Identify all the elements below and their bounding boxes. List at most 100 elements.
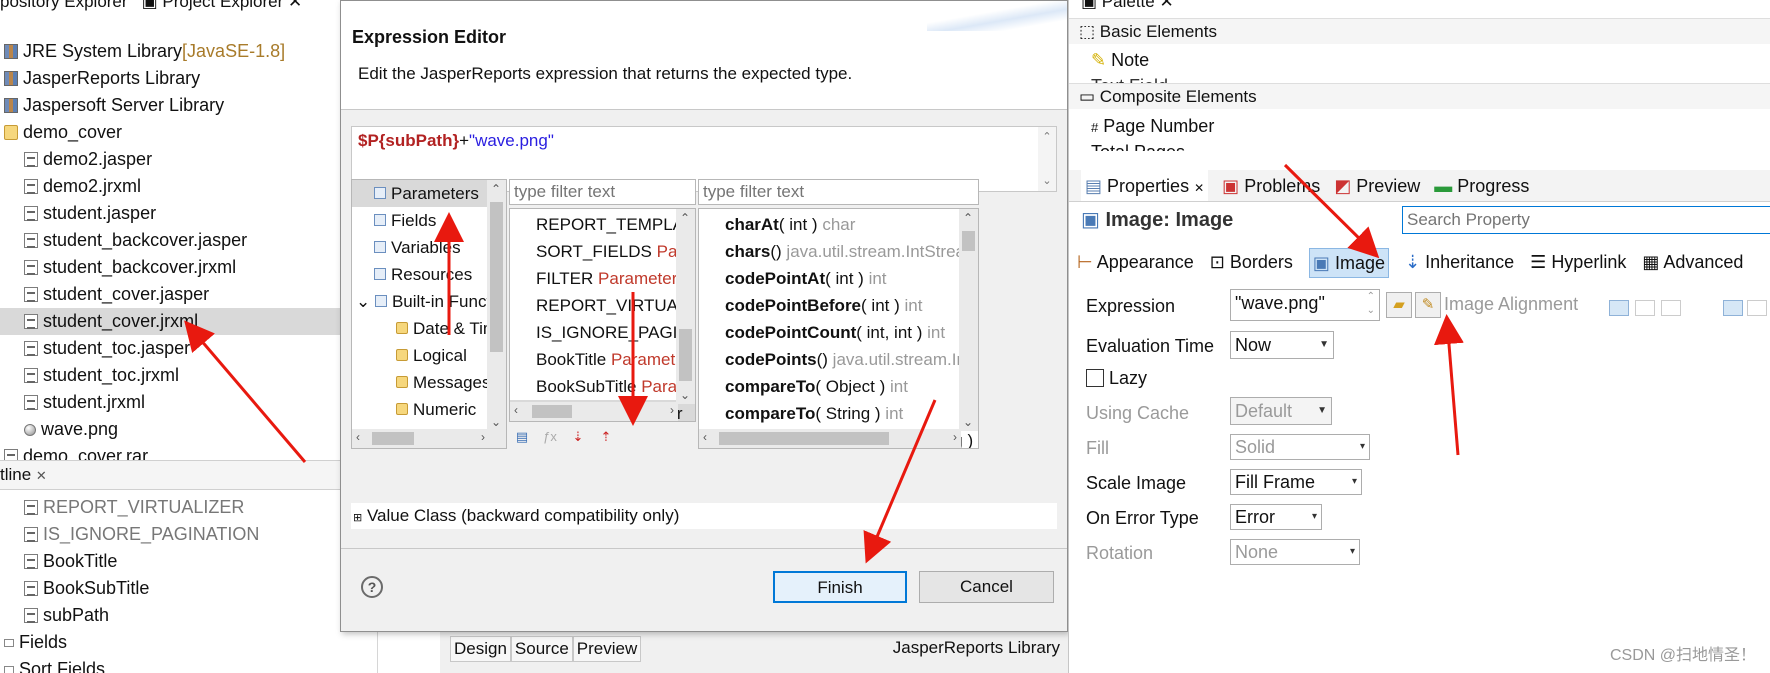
category-item[interactable]: Date & Time — [352, 315, 488, 342]
tab-preview[interactable]: Preview — [572, 636, 642, 662]
lazy-checkbox[interactable] — [1086, 369, 1104, 387]
tree-item[interactable]: student_toc.jasper — [0, 335, 378, 362]
category-item[interactable]: ⌄ Built-in Functions — [352, 288, 488, 315]
outline-group[interactable]: Sort Fields — [0, 656, 378, 673]
tab-preview-view[interactable]: ◩ Preview — [1334, 170, 1420, 201]
outline-item[interactable]: BookSubTitle — [0, 575, 378, 602]
tree-item[interactable]: demo_cover — [0, 119, 378, 146]
finish-button[interactable]: Finish — [773, 571, 907, 603]
tab-hyperlink[interactable]: ☰ Hyperlink — [1530, 248, 1626, 278]
scale-image-select[interactable]: Fill Frame ▾ — [1230, 469, 1362, 495]
tree-item[interactable]: student.jasper — [0, 200, 378, 227]
sort-asc-icon[interactable]: ⇣ — [569, 429, 587, 445]
tree-item[interactable]: Jaspersoft Server Library — [0, 92, 378, 119]
using-cache-select[interactable]: Default ▼ — [1230, 397, 1332, 425]
method-filter-input[interactable] — [698, 179, 979, 205]
palette-item-page-number[interactable]: # Page Number — [1091, 116, 1214, 137]
method-hscrollbar[interactable]: ‹ › — [699, 429, 961, 448]
method-item[interactable]: codePointBefore( int ) int — [699, 292, 978, 319]
tree-item[interactable]: JasperReports Library — [0, 65, 378, 92]
cancel-button[interactable]: Cancel — [919, 571, 1054, 603]
tab-borders[interactable]: ⊡ Borders — [1210, 248, 1293, 278]
parameter-item[interactable]: REPORT_VIRTUALIZER — [510, 292, 695, 319]
param-filter-input[interactable] — [509, 179, 696, 205]
expression-editor-button[interactable]: ✎ — [1415, 292, 1441, 318]
palette-section-composite[interactable]: ▭ Composite Elements — [1069, 83, 1770, 109]
value-class-section[interactable]: ⊞ Value Class (backward compatibility on… — [351, 503, 1057, 529]
tab-appearance[interactable]: ⊢ Appearance — [1077, 248, 1194, 278]
tree-item[interactable]: student_backcover.jasper — [0, 227, 378, 254]
lazy-checkbox-row[interactable]: Lazy — [1086, 368, 1147, 389]
evaluation-time-select[interactable]: Now ▼ — [1230, 331, 1334, 359]
category-item[interactable]: Fields — [352, 207, 488, 234]
outline-group[interactable]: Fields — [0, 629, 378, 656]
tree-view-icon[interactable]: ▤ — [513, 429, 531, 445]
tab-source[interactable]: Source — [510, 636, 573, 662]
tab-properties[interactable]: ▤ Properties ✕ — [1081, 170, 1209, 201]
tree-item[interactable]: student_cover.jasper — [0, 281, 378, 308]
expand-icon[interactable]: ⊞ — [353, 512, 362, 524]
category-item[interactable]: Logical — [352, 342, 488, 369]
parameter-item[interactable]: BookSubTitle Parameter — [510, 373, 695, 400]
align-middle-icon[interactable] — [1747, 300, 1767, 316]
tree-item[interactable]: JRE System Library [JavaSE-1.8] — [0, 38, 378, 65]
category-item[interactable]: Messages — [352, 369, 488, 396]
close-icon[interactable]: ✕ — [36, 468, 47, 483]
align-center-icon[interactable] — [1635, 300, 1655, 316]
parameter-item[interactable]: REPORT_TEMPLATES — [510, 211, 695, 238]
open-folder-button[interactable]: ▰ — [1386, 292, 1412, 318]
tree-item[interactable]: student_toc.jrxml — [0, 362, 378, 389]
method-item[interactable]: codePointCount( int, int ) int — [699, 319, 978, 346]
rotation-select[interactable]: None ▾ — [1230, 539, 1360, 565]
scroll-down-icon[interactable]: ⌄ — [1041, 175, 1053, 187]
tree-item[interactable]: student_cover.jrxml — [0, 308, 378, 335]
sort-desc-icon[interactable]: ⇡ — [597, 429, 615, 445]
category-item[interactable]: Variables — [352, 234, 488, 261]
outline-item[interactable]: REPORT_VIRTUALIZER — [0, 494, 378, 521]
tab-progress[interactable]: ▬ Progress — [1434, 170, 1529, 201]
palette-item-note[interactable]: ✎ Note — [1091, 50, 1149, 71]
palette-item-total-pages[interactable]: Total Pages — [1091, 142, 1185, 151]
tree-item[interactable]: student.jrxml — [0, 389, 378, 416]
tab-advanced[interactable]: ▦ Advanced — [1642, 248, 1743, 278]
align-right-icon[interactable] — [1661, 300, 1681, 316]
method-item[interactable]: codePointAt( int ) int — [699, 265, 978, 292]
close-icon[interactable]: ✕ — [1194, 181, 1204, 195]
function-icon[interactable]: ƒx — [541, 429, 559, 445]
help-icon[interactable]: ? — [361, 576, 383, 598]
tab-repository-explorer[interactable]: pository Explorer — [0, 0, 128, 12]
parameter-item[interactable]: SORT_FIELDS Parameter — [510, 238, 695, 265]
tree-item[interactable]: wave.png — [0, 416, 378, 443]
method-item[interactable]: charAt( int ) char — [699, 211, 978, 238]
tab-design[interactable]: Design — [450, 636, 511, 662]
tab-project-explorer[interactable]: ▣ Project Explorer ✕ — [142, 0, 303, 12]
tree-item[interactable]: demo2.jrxml — [0, 173, 378, 200]
method-vscrollbar[interactable]: ⌃ ⌄ — [959, 209, 978, 431]
align-left-icon[interactable] — [1609, 300, 1629, 316]
scroll-up-icon[interactable]: ⌃ — [1041, 131, 1053, 143]
category-item[interactable]: Resources — [352, 261, 488, 288]
expression-field[interactable]: "wave.png" ⌃ ⌄ — [1230, 289, 1380, 321]
category-item[interactable]: Numeric — [352, 396, 488, 423]
param-vscrollbar[interactable]: ⌃ ⌄ — [676, 209, 695, 404]
outline-item[interactable]: IS_IGNORE_PAGINATION — [0, 521, 378, 548]
category-vscrollbar[interactable]: ⌃ ⌄ — [487, 180, 506, 431]
expression-scrollbar[interactable]: ⌃ ⌄ — [1038, 127, 1056, 191]
tree-item[interactable]: demo2.jasper — [0, 146, 378, 173]
on-error-type-select[interactable]: Error ▾ — [1230, 504, 1322, 530]
fill-select[interactable]: Solid ▾ — [1230, 434, 1370, 460]
align-top-icon[interactable] — [1723, 300, 1743, 316]
category-hscrollbar[interactable]: ‹ › — [352, 429, 489, 448]
expand-icon[interactable]: ⌄ — [356, 292, 375, 311]
search-property-input[interactable] — [1402, 206, 1770, 234]
palette-section-basic[interactable]: ⬚ Basic Elements — [1069, 18, 1770, 44]
tab-inheritance[interactable]: ⇣ Inheritance — [1405, 248, 1514, 278]
parameter-item[interactable]: IS_IGNORE_PAGINATION — [510, 319, 695, 346]
method-item[interactable]: compareTo( Object ) int — [699, 373, 978, 400]
method-item[interactable]: chars() java.util.stream.IntStream — [699, 238, 978, 265]
spinner-icon[interactable]: ⌃ ⌄ — [1367, 290, 1375, 318]
tree-item[interactable]: student_backcover.jrxml — [0, 254, 378, 281]
method-item[interactable]: codePoints() java.util.stream.IntStream — [699, 346, 978, 373]
param-hscrollbar[interactable]: ‹ › — [510, 402, 678, 421]
category-item[interactable]: Parameters — [352, 180, 488, 207]
